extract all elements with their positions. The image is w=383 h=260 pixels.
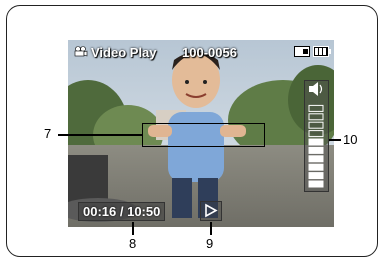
callout-10: 10 — [343, 132, 358, 147]
volume-level — [308, 82, 324, 188]
volume-segment — [308, 155, 324, 163]
callout-10-leader — [329, 139, 341, 141]
speaker-icon — [309, 82, 323, 96]
playback-timecode: 00:16 / 10:50 — [78, 202, 166, 221]
callout-8: 8 — [129, 236, 137, 251]
volume-segment — [308, 146, 324, 154]
callout-9-leader — [210, 222, 212, 235]
volume-segment — [308, 121, 324, 129]
mode-title-label: Video Play — [91, 45, 157, 60]
callout-7: 7 — [44, 126, 52, 141]
battery-icon — [313, 46, 331, 57]
volume-segment — [308, 130, 324, 138]
callout-8-leader — [132, 222, 134, 235]
volume-segment — [308, 138, 324, 146]
volume-segment — [308, 104, 324, 112]
volume-segment — [308, 180, 324, 188]
memory-card-icon — [294, 46, 310, 57]
volume-segment — [308, 113, 324, 121]
mode-title: Video Play — [74, 45, 157, 60]
callout-7-leader — [58, 134, 142, 136]
video-camera-icon — [74, 45, 88, 60]
volume-segment — [308, 163, 324, 171]
volume-segment — [308, 172, 324, 180]
play-icon[interactable] — [200, 201, 222, 221]
volume-bar[interactable] — [304, 80, 329, 192]
callout-9: 9 — [206, 236, 214, 251]
callout-7-frame — [142, 123, 265, 147]
file-number: 100-0056 — [182, 45, 237, 60]
